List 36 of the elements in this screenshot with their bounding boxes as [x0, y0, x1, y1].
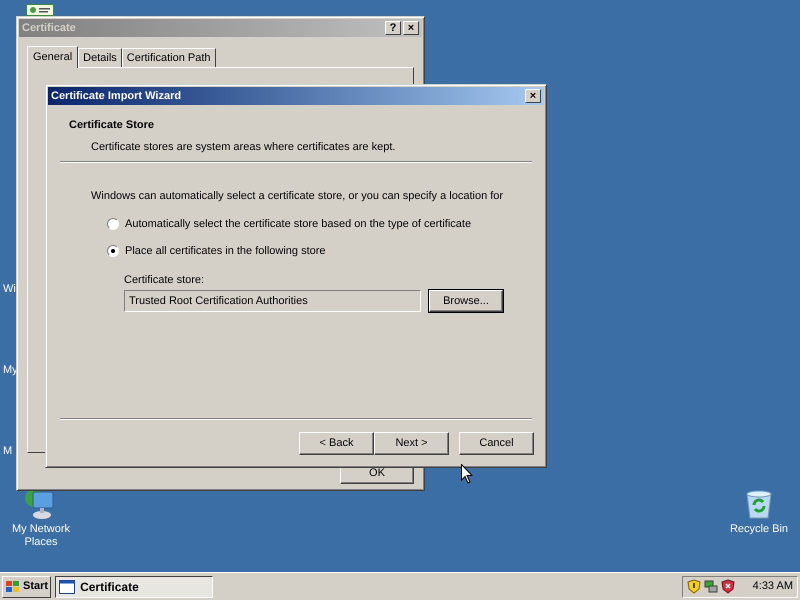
- desktop-icon-label: M: [3, 444, 12, 459]
- recycle-bin-icon: [744, 488, 774, 520]
- radio-button[interactable]: [107, 245, 119, 258]
- window-title: Certificate Import Wizard: [51, 88, 182, 104]
- certificate-store-field[interactable]: Trusted Root Certification Authorities: [124, 290, 421, 312]
- close-button[interactable]: ×: [403, 21, 419, 35]
- page-heading: Certificate Store: [69, 118, 155, 133]
- tab[interactable]: Details: [78, 48, 122, 67]
- close-button[interactable]: ×: [525, 89, 541, 103]
- back-button[interactable]: < Back: [299, 432, 374, 455]
- network-icon[interactable]: [704, 579, 718, 594]
- taskbar-button[interactable]: Certificate: [55, 576, 214, 598]
- instruction-text: Windows can automatically select a certificate store, or you can specify a location for: [91, 189, 504, 204]
- next-button[interactable]: Next >: [374, 432, 449, 455]
- certificate-icon: [26, 4, 54, 16]
- page-description: Certificate stores are system areas where certificates are kept.: [90, 140, 396, 154]
- field-label: Certificate store:: [124, 272, 206, 288]
- radio-button[interactable]: [107, 218, 119, 230]
- clock[interactable]: 4:33 AM: [752, 578, 793, 595]
- shield-warning-icon[interactable]: [687, 579, 701, 594]
- browse-button[interactable]: Browse...: [429, 290, 503, 312]
- start-button[interactable]: Start: [2, 576, 52, 598]
- radio-label[interactable]: Automatically select the certificate store based on the type of certificate: [125, 216, 472, 232]
- window-title: Certificate: [22, 20, 76, 36]
- desktop-icon-label[interactable]: My Network Places: [4, 523, 78, 549]
- mouse-cursor-icon: [461, 464, 473, 484]
- desktop-icon-label[interactable]: Recycle Bin: [730, 523, 788, 536]
- shield-error-icon[interactable]: [721, 579, 735, 594]
- windows-flag-icon: [5, 580, 21, 594]
- tab[interactable]: Certification Path: [122, 48, 216, 67]
- cancel-button[interactable]: Cancel: [459, 432, 534, 455]
- radio-label[interactable]: Place all certificates in the following store: [125, 243, 326, 260]
- window-icon: [59, 580, 76, 594]
- desktop-icon-label: Wi: [3, 282, 16, 297]
- tab[interactable]: General: [27, 46, 78, 68]
- help-button[interactable]: ?: [385, 21, 401, 35]
